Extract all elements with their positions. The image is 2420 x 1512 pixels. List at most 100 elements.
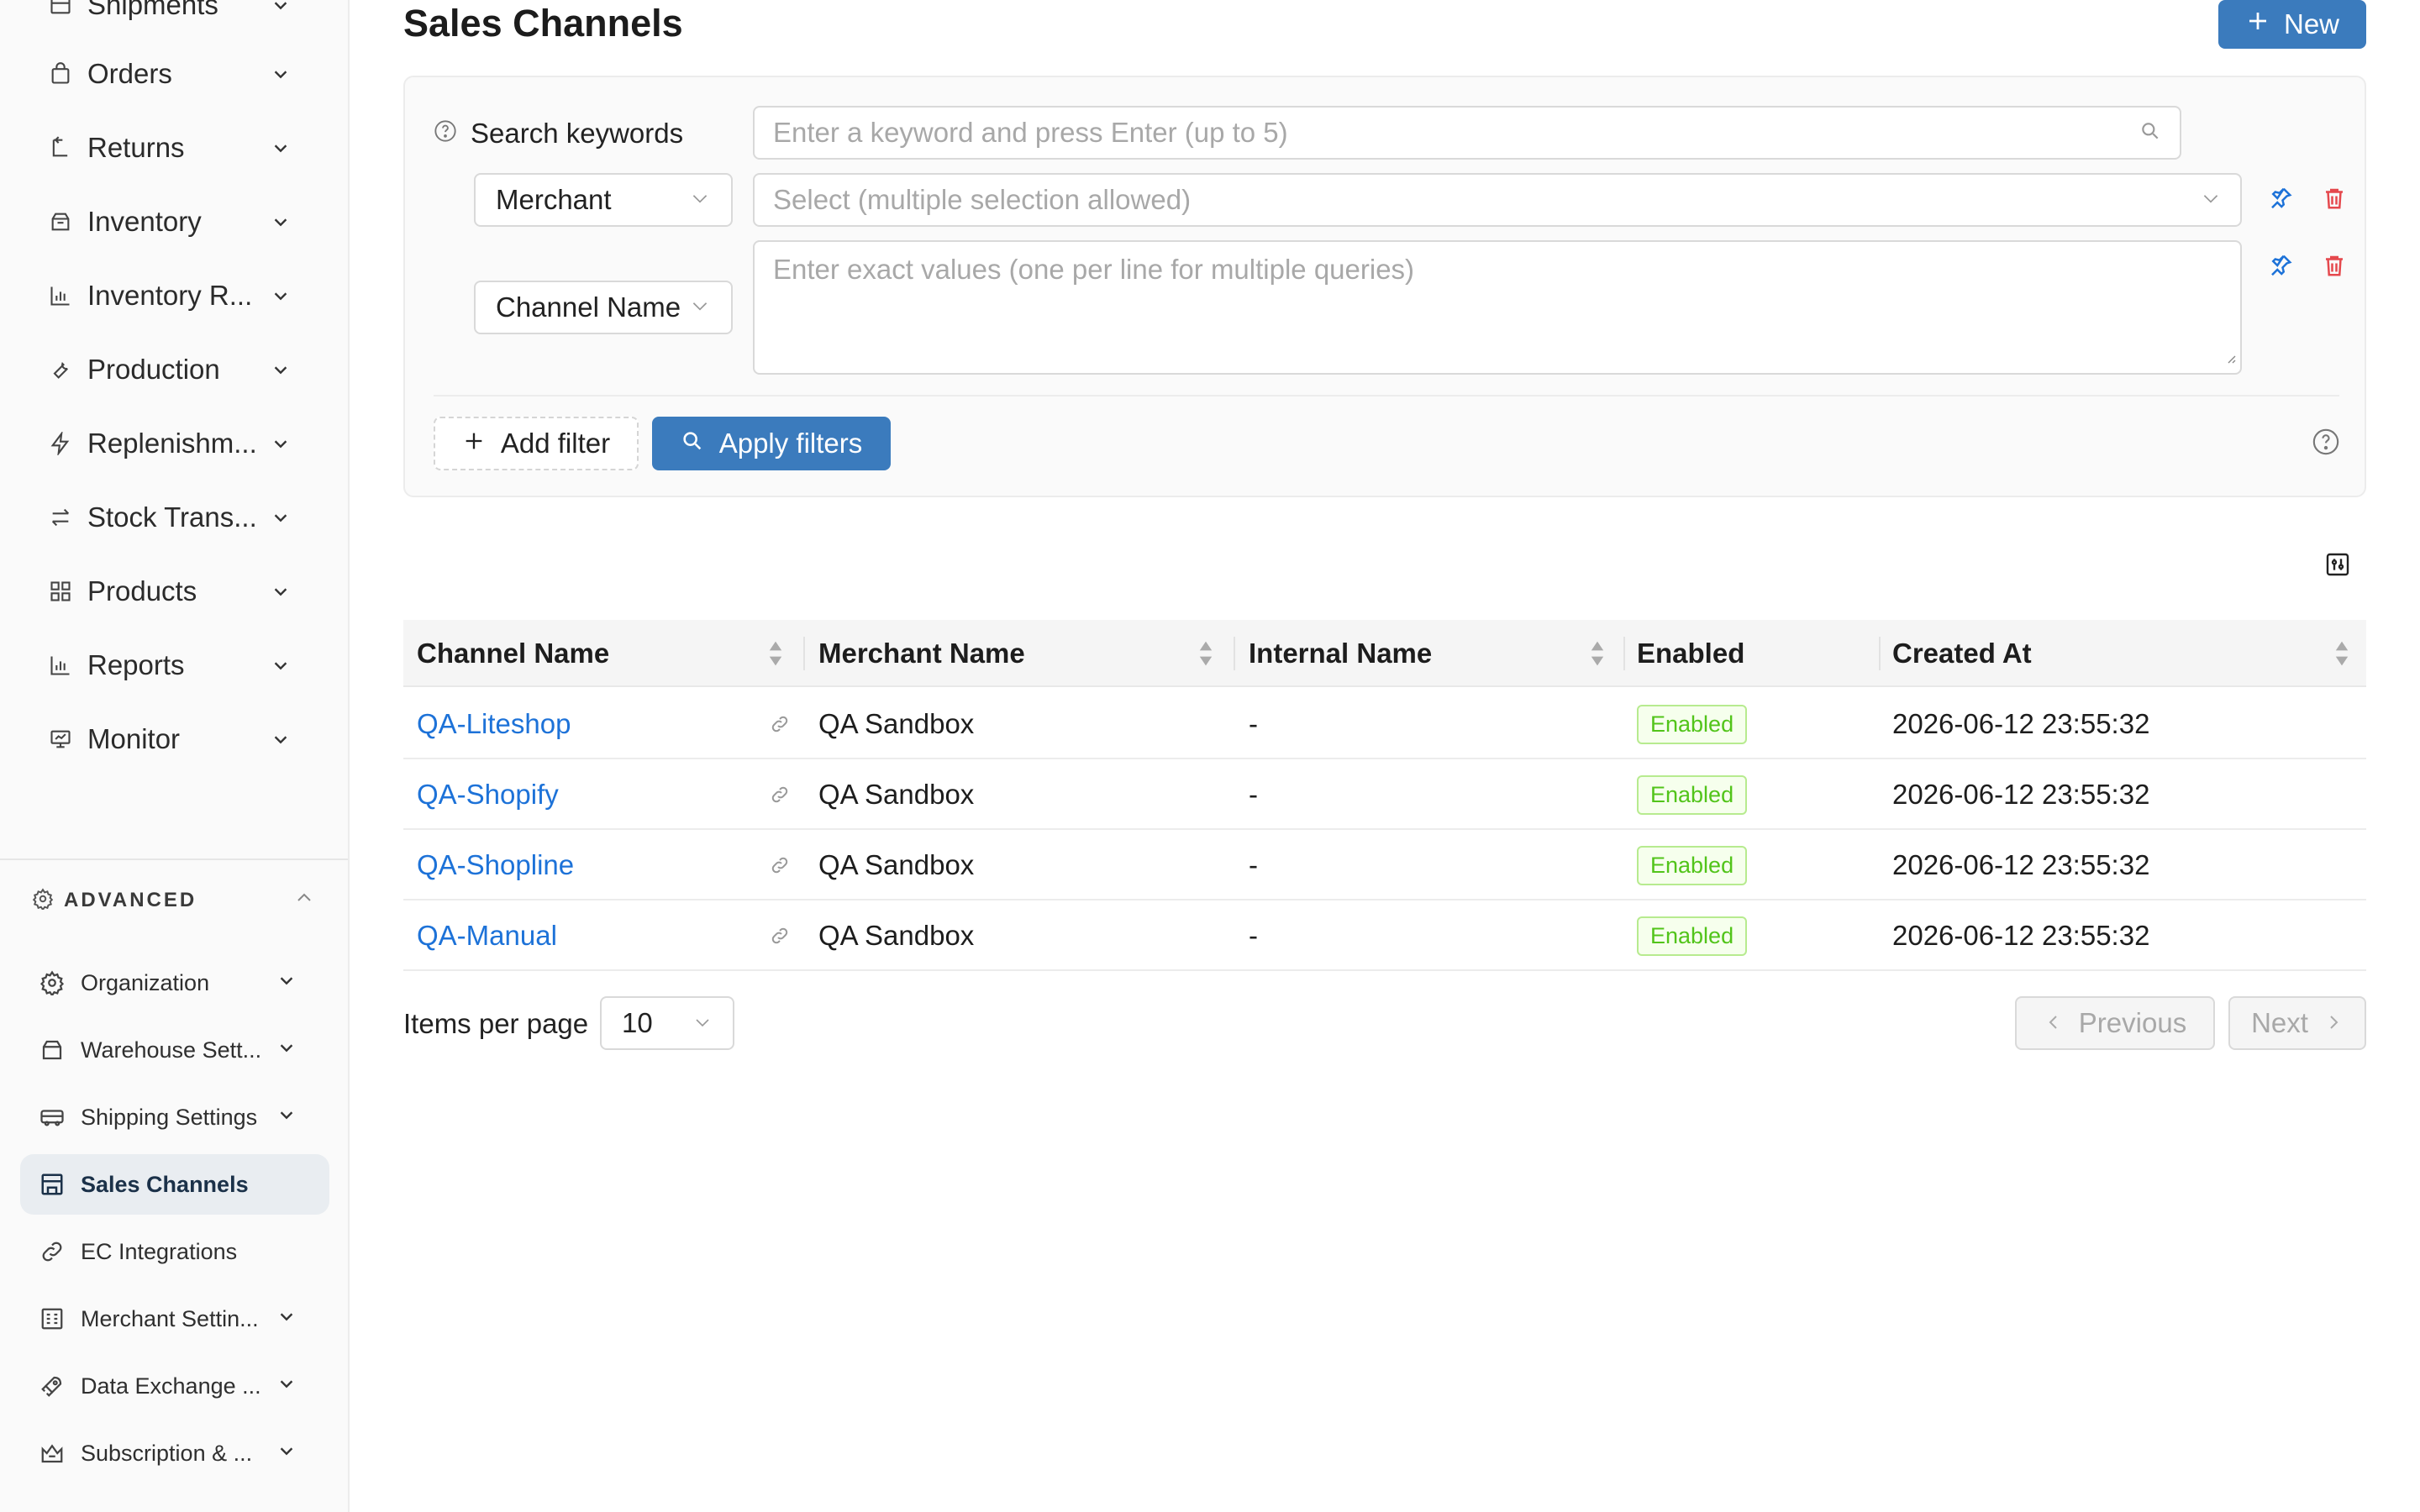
channel-name-field-select[interactable]: Channel Name <box>474 281 733 334</box>
sidebar-item-sales-channels[interactable]: Sales Channels <box>20 1154 329 1215</box>
gear-icon <box>39 969 66 996</box>
shipments-icon <box>47 0 74 18</box>
link-icon[interactable] <box>770 900 790 971</box>
channel-name-link[interactable]: QA-Manual <box>417 900 557 971</box>
column-settings-icon <box>2324 553 2351 581</box>
pin-icon <box>2268 186 2293 215</box>
sidebar-item-data-exchange[interactable]: Data Exchange ... <box>20 1356 329 1416</box>
page-size-value: 10 <box>622 1007 653 1038</box>
add-filter-label: Add filter <box>500 428 611 459</box>
chevron-down-icon <box>269 210 292 234</box>
sidebar-item-label: Production <box>87 354 220 385</box>
delete-channel-filter-button[interactable] <box>2317 250 2351 284</box>
delete-merchant-filter-button[interactable] <box>2317 183 2351 217</box>
sort-icon[interactable] <box>766 638 785 673</box>
sidebar-item-label: Shipping Settings <box>81 1105 258 1130</box>
channel-name-textarea[interactable]: Enter exact values (one per line for mul… <box>753 240 2242 375</box>
add-filter-button[interactable]: Add filter <box>434 417 639 470</box>
merchant-name-cell: QA Sandbox <box>818 779 975 810</box>
column-header-channel-name[interactable]: Channel Name <box>417 620 609 687</box>
chevron-down-icon <box>269 358 292 381</box>
bolt-icon <box>47 430 74 457</box>
created-at-cell: 2026-06-12 23:55:32 <box>1892 849 2150 880</box>
column-header-internal-name[interactable]: Internal Name <box>1249 620 1432 687</box>
previous-page-button[interactable]: Previous <box>2015 996 2215 1050</box>
warehouse-icon <box>39 1037 66 1063</box>
pin-channel-filter-button[interactable] <box>2264 250 2297 284</box>
merchant-multiselect[interactable]: Select (multiple selection allowed) <box>753 173 2242 227</box>
sidebar-item-organization[interactable]: Organization <box>20 953 329 1013</box>
status-badge: Enabled <box>1637 845 1748 885</box>
next-page-button[interactable]: Next <box>2228 996 2366 1050</box>
table-row: QA-Shopline QA Sandbox - Enabled 2026-06… <box>403 830 2366 900</box>
sort-icon[interactable] <box>1197 638 1215 673</box>
apply-filters-button[interactable]: Apply filters <box>652 417 891 470</box>
sidebar-item-label: Organization <box>81 970 210 995</box>
chevron-down-icon <box>277 1441 296 1464</box>
enabled-cell: Enabled <box>1637 759 1748 830</box>
help-icon[interactable] <box>434 118 457 150</box>
table-row: QA-Liteshop QA Sandbox - Enabled 2026-06… <box>403 689 2366 759</box>
resize-handle-icon[interactable] <box>2223 339 2237 371</box>
sidebar-item-products[interactable]: Products <box>0 554 348 628</box>
column-header-merchant-name[interactable]: Merchant Name <box>818 620 1025 687</box>
sort-icon[interactable] <box>1588 638 1607 673</box>
filter-panel-divider <box>434 395 2339 396</box>
merchant-field-select[interactable]: Merchant <box>474 173 733 227</box>
chevron-down-icon <box>689 184 711 216</box>
sidebar-item-shipping-settings[interactable]: Shipping Settings <box>20 1087 329 1147</box>
new-button[interactable]: New <box>2218 0 2366 49</box>
trash-icon <box>2322 186 2347 215</box>
search-keywords-text: Search keywords <box>471 118 684 149</box>
sidebar-item-inventory[interactable]: Inventory <box>0 185 348 259</box>
link-icon[interactable] <box>770 759 790 830</box>
sidebar-item-shipments[interactable]: Shipments <box>0 0 348 42</box>
truck-icon <box>39 1104 66 1131</box>
chevron-down-icon <box>277 1307 296 1330</box>
sidebar-item-reports[interactable]: Reports <box>0 628 348 702</box>
sidebar-item-orders[interactable]: Orders <box>0 37 348 111</box>
chevron-down-icon <box>269 0 292 17</box>
sidebar-item-warehouse-settings[interactable]: Warehouse Sett... <box>20 1020 329 1080</box>
channel-name-link[interactable]: QA-Shopline <box>417 830 574 900</box>
keyword-search-input[interactable]: Enter a keyword and press Enter (up to 5… <box>753 106 2181 160</box>
page-size-select[interactable]: 10 <box>600 996 734 1050</box>
transfer-icon <box>47 504 74 531</box>
chevron-down-icon <box>277 1374 296 1397</box>
sidebar-item-merchant-settings[interactable]: Merchant Settin... <box>20 1289 329 1349</box>
channel-name-link[interactable]: QA-Shopify <box>417 759 559 830</box>
bag-icon <box>47 60 74 87</box>
gear-icon <box>32 888 54 914</box>
chevron-down-icon <box>689 291 711 323</box>
sidebar-item-label: Inventory <box>87 206 202 237</box>
filter-help-button[interactable] <box>2309 427 2343 460</box>
channel-name-field-label: Channel Name <box>496 291 681 323</box>
sidebar-item-ec-integrations[interactable]: EC Integrations <box>20 1221 329 1282</box>
chevron-down-icon <box>277 1105 296 1128</box>
sidebar-item-stock-transfer[interactable]: Stock Trans... <box>0 480 348 554</box>
column-header-created-at[interactable]: Created At <box>1892 620 2032 687</box>
internal-name-cell: - <box>1249 708 1258 739</box>
sidebar-item-production[interactable]: Production <box>0 333 348 407</box>
monitor-icon <box>47 726 74 753</box>
created-at-cell: 2026-06-12 23:55:32 <box>1892 779 2150 810</box>
sidebar-item-returns[interactable]: Returns <box>0 111 348 185</box>
link-icon[interactable] <box>770 689 790 759</box>
sidebar-item-subscription[interactable]: Subscription & ... <box>20 1423 329 1483</box>
channel-name-link[interactable]: QA-Liteshop <box>417 689 571 759</box>
sort-icon[interactable] <box>2333 638 2351 673</box>
sidebar-item-label: Reports <box>87 649 185 680</box>
sidebar-item-inventory-reports[interactable]: Inventory R... <box>0 259 348 333</box>
wrench-icon <box>47 356 74 383</box>
advanced-section-toggle[interactable]: ADVANCED <box>0 874 348 926</box>
link-icon[interactable] <box>770 830 790 900</box>
pin-merchant-filter-button[interactable] <box>2264 183 2297 217</box>
column-separator <box>1623 637 1625 670</box>
sidebar-item-label: Sales Channels <box>81 1172 249 1197</box>
search-icon <box>681 428 704 459</box>
sidebar-item-replenishment[interactable]: Replenishm... <box>0 407 348 480</box>
sidebar-item-monitor[interactable]: Monitor <box>0 702 348 776</box>
created-at-cell: 2026-06-12 23:55:32 <box>1892 920 2150 951</box>
enabled-cell: Enabled <box>1637 689 1748 759</box>
column-settings-button[interactable] <box>2324 551 2351 582</box>
